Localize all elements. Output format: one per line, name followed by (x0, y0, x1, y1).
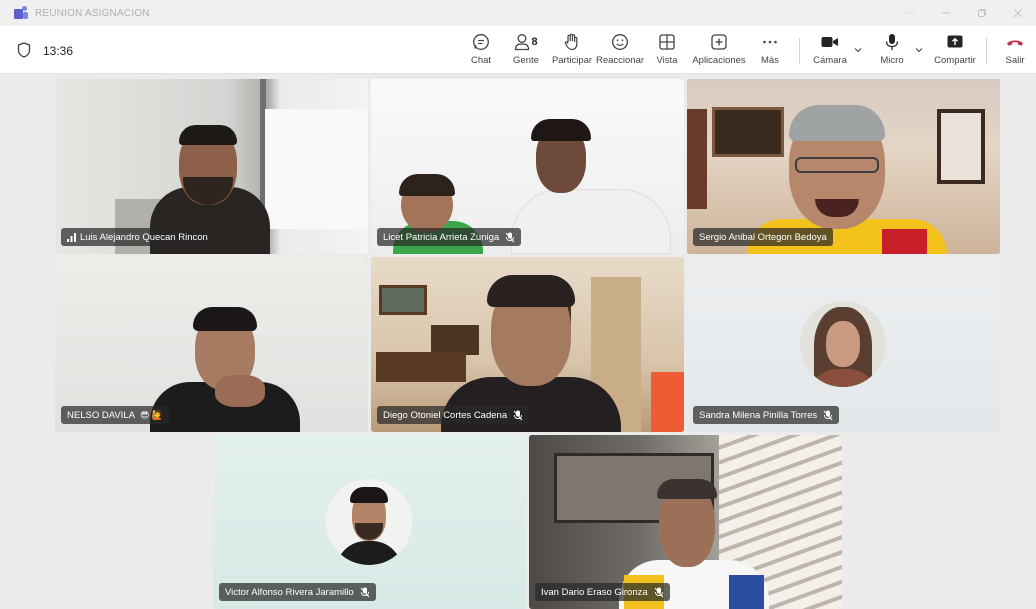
participant-name: NELSO DAVILA (67, 409, 135, 421)
grid-view-icon (658, 32, 676, 52)
participant-tile[interactable]: Luis Alejandro Quecan Rincon (55, 79, 368, 254)
window-title: REUNION ASIGNACION (35, 7, 150, 19)
participant-name-tag: NELSO DAVILA 😎 🙋 (61, 406, 170, 424)
video-stage: Luis Alejandro Quecan Rincon Licet Patri… (0, 75, 1036, 609)
participant-name: Sergio Anibal Ortegon Bedoya (699, 231, 827, 243)
shield-icon (17, 42, 31, 58)
participant-tile[interactable]: NELSO DAVILA 😎 🙋 (55, 257, 368, 432)
reaction-emojis: 😎 🙋 (139, 409, 164, 420)
participant-name: Diego Otoniel Cortes Cadena (383, 409, 508, 421)
restore-icon[interactable] (964, 0, 1000, 26)
hang-up-icon (1005, 32, 1025, 52)
participant-name-tag: Sandra Milena Pinilla Torres (693, 406, 840, 424)
participant-tile[interactable]: Ivan Dario Eraso Gironza (529, 435, 842, 609)
participant-name-tag: Luis Alejandro Quecan Rincon (61, 228, 214, 246)
participant-name: Ivan Dario Eraso Gironza (541, 586, 648, 598)
smiley-icon (611, 32, 629, 52)
raise-hand-button[interactable]: Participar (552, 32, 592, 70)
raise-hand-icon (563, 32, 581, 52)
add-app-icon (710, 32, 728, 52)
participant-tile[interactable]: Sandra Milena Pinilla Torres (687, 257, 1000, 432)
participant-name-tag: Ivan Dario Eraso Gironza (535, 583, 670, 601)
microphone-muted-icon (823, 410, 833, 420)
teams-logo-icon (14, 6, 28, 20)
participant-name: Victor Alfonso Rivera Jaramillo (225, 586, 354, 598)
more-button[interactable]: Más (759, 32, 781, 70)
microphone-button[interactable]: Micro (878, 32, 906, 70)
more-window-options-icon[interactable]: ··· (892, 0, 928, 26)
camera-options-chevron-icon[interactable] (854, 46, 862, 54)
react-button[interactable]: Reaccionar (596, 32, 644, 70)
close-window-icon[interactable] (1000, 0, 1036, 26)
participant-name-tag: Licet Patricia Arrieta Zuniga (377, 228, 522, 246)
apps-button[interactable]: Aplicaciones (692, 32, 746, 70)
participant-name-tag: Diego Otoniel Cortes Cadena (377, 406, 530, 424)
toolbar-divider (799, 38, 800, 64)
video-camera-icon (820, 32, 840, 52)
microphone-muted-icon (360, 587, 370, 597)
microphone-muted-icon (505, 232, 515, 242)
leave-button[interactable]: Salir (1002, 32, 1028, 70)
microphone-muted-icon (513, 410, 523, 420)
participant-tile[interactable]: Diego Otoniel Cortes Cadena (371, 257, 684, 432)
chat-button[interactable]: Chat (470, 32, 492, 70)
meeting-timer: 13:36 (43, 44, 74, 58)
people-button[interactable]: 8 Gente (512, 32, 540, 70)
minimize-icon[interactable] (928, 0, 964, 26)
title-bar: REUNION ASIGNACION ··· (0, 0, 1036, 26)
more-dots-icon (761, 32, 779, 52)
participant-name-tag: Sergio Anibal Ortegon Bedoya (693, 228, 833, 246)
participant-name: Sandra Milena Pinilla Torres (699, 409, 818, 421)
toolbar-divider (986, 38, 987, 64)
chat-icon (472, 32, 490, 52)
speaking-indicator-icon (67, 232, 76, 242)
people-icon (515, 34, 530, 51)
participant-tile[interactable]: Sergio Anibal Ortegon Bedoya (687, 79, 1000, 254)
participant-avatar (800, 301, 886, 387)
participant-name: Licet Patricia Arrieta Zuniga (383, 231, 500, 243)
meeting-toolbar: 13:36 Chat 8 Gente Participar Reaccionar… (0, 26, 1036, 74)
people-count-badge: 8 (531, 36, 538, 48)
share-button[interactable]: Compartir (934, 32, 976, 70)
participant-name: Luis Alejandro Quecan Rincon (80, 231, 208, 243)
participant-tile[interactable]: Victor Alfonso Rivera Jaramillo (213, 435, 526, 609)
view-button[interactable]: Vista (656, 32, 678, 70)
microphone-icon (884, 32, 900, 52)
microphone-options-chevron-icon[interactable] (915, 46, 923, 54)
participant-name-tag: Victor Alfonso Rivera Jaramillo (219, 583, 376, 601)
share-screen-icon (946, 32, 964, 52)
camera-button[interactable]: Cámara (812, 32, 848, 70)
participant-tile[interactable]: Licet Patricia Arrieta Zuniga (371, 79, 684, 254)
participant-avatar (326, 479, 412, 565)
microphone-muted-icon (654, 587, 664, 597)
